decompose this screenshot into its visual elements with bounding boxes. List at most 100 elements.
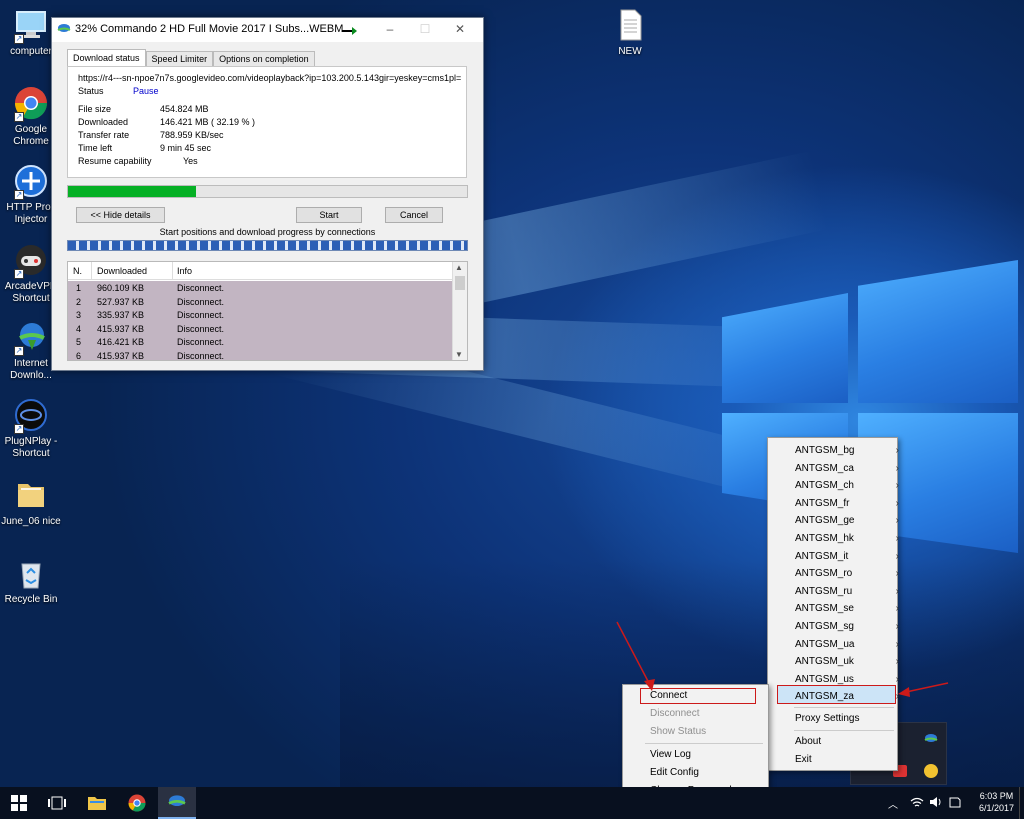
annotation-arrow-connect (644, 679, 655, 691)
submenu-disconnect[interactable]: Disconnect (650, 705, 699, 722)
table-row[interactable]: 6 415.937 KB Disconnect. (68, 348, 453, 360)
arcadevpn-icon: ↗ (14, 243, 48, 279)
server-menu-item[interactable]: ANTGSM_ge › (795, 512, 899, 529)
server-menu-item[interactable]: ANTGSM_ro › (795, 565, 899, 582)
column-header-downloaded[interactable]: Downloaded (97, 266, 147, 276)
task-view-button[interactable] (38, 787, 76, 819)
server-menu-item[interactable]: ANTGSM_ru › (795, 583, 899, 600)
table-row[interactable]: 2 527.937 KB Disconnect. (68, 294, 453, 309)
desktop-icon-label: NEW (618, 46, 642, 57)
show-hidden-icons-chevron-icon[interactable]: ︿ (888, 796, 898, 811)
chrome-taskbar-button[interactable] (118, 787, 156, 819)
emoji-tray-icon[interactable] (924, 764, 938, 778)
chrome-icon (128, 794, 146, 812)
field-label: Transfer rate (78, 130, 130, 140)
wifi-icon[interactable] (910, 796, 924, 811)
field-value: 9 min 45 sec (160, 143, 212, 153)
shortcut-arrow-icon: ↗ (14, 190, 24, 200)
chevron-right-icon: › (895, 462, 899, 474)
start-button[interactable] (0, 787, 38, 819)
desktop-icon-new-file[interactable]: NEW (599, 8, 661, 58)
shortcut-arrow-icon: ↗ (14, 34, 24, 44)
server-menu-item[interactable]: ANTGSM_ch › (795, 477, 899, 494)
scroll-down-icon[interactable]: ▼ (455, 350, 463, 359)
tab-options-on-completion[interactable]: Options on completion (213, 51, 315, 67)
menu-separator (645, 743, 763, 744)
chevron-right-icon: › (895, 550, 899, 562)
field-value: 146.421 MB ( 32.19 % ) (160, 117, 256, 127)
progress-fill (68, 186, 196, 197)
windows-logo-pane (858, 260, 1018, 403)
server-menu-about[interactable]: About (795, 733, 821, 750)
idm-icon (168, 795, 186, 806)
close-button[interactable]: ✕ (450, 21, 470, 37)
desktop-icon-folder[interactable]: June_06 nice (0, 478, 62, 528)
idm-icon (57, 23, 71, 35)
tab-download-status[interactable]: Download status (67, 49, 146, 67)
column-header-n[interactable]: N. (73, 266, 82, 276)
chevron-right-icon: › (895, 480, 899, 492)
clock-date: 6/1/2017 (978, 803, 1014, 813)
server-menu-item[interactable]: ANTGSM_hk › (795, 530, 899, 547)
server-menu-exit[interactable]: Exit (795, 751, 812, 768)
desktop-icon-label: Recycle Bin (4, 594, 58, 605)
show-desktop-button[interactable] (1019, 787, 1024, 819)
field-label: Resume capability (78, 156, 152, 166)
start-button[interactable]: Start (296, 207, 362, 223)
server-menu-item[interactable]: ANTGSM_ca › (795, 460, 899, 477)
internet-download-manager-icon: ↗ (14, 320, 48, 356)
plugnplay-icon: ↗ (14, 398, 48, 434)
submenu-edit-config[interactable]: Edit Config (650, 764, 699, 781)
shortcut-arrow-icon: ↗ (14, 346, 24, 356)
submenu-view-log[interactable]: View Log (650, 746, 691, 763)
system-clock[interactable]: 6:03 PM 6/1/2017 (979, 790, 1014, 814)
desktop-icon-plugnplay[interactable]: ↗ PlugNPlay - Shortcut (0, 398, 62, 460)
menu-separator (794, 730, 894, 731)
row-number: 1 (76, 283, 82, 293)
row-number: 3 (76, 310, 82, 321)
keyboard-icon[interactable] (949, 796, 961, 811)
server-menu-item[interactable]: ANTGSM_it › (795, 548, 899, 565)
server-menu-proxy-settings[interactable]: Proxy Settings (795, 710, 859, 727)
column-header-info[interactable]: Info (177, 266, 192, 276)
computer-icon: ↗ (14, 8, 48, 44)
server-menu-item[interactable]: ANTGSM_bg › (795, 442, 899, 459)
hide-details-button[interactable]: << Hide details (76, 207, 165, 223)
row-number: 2 (76, 296, 82, 307)
maximize-button[interactable]: ☐ (415, 21, 435, 37)
scroll-up-icon[interactable]: ▲ (455, 263, 463, 272)
tab-speed-limiter[interactable]: Speed Limiter (145, 51, 214, 67)
shortcut-arrow-icon: ↗ (14, 269, 24, 279)
status-value: Pause (133, 86, 159, 96)
connections-segment-bar (67, 240, 468, 251)
table-header: N. Downloaded Info (68, 262, 453, 280)
vpn-server-menu: ANTGSM_bg › ANTGSM_ca › ANTGSM_ch › ANTGSM_fr ›… (767, 437, 899, 771)
table-row[interactable]: 3 335.937 KB Disconnect. (68, 308, 453, 322)
vertical-scrollbar[interactable]: ▲ ▼ (452, 262, 467, 360)
volume-icon[interactable] (929, 796, 943, 811)
table-row[interactable]: 1 960.109 KB Disconnect. (68, 281, 453, 295)
desktop: ↗ computer ↗ Google Chrome ↗ HTTP Prox I… (0, 0, 1024, 787)
row-downloaded: 527.937 KB (97, 296, 145, 307)
field-value: 788.959 KB/sec (160, 130, 224, 140)
desktop-icon-label: June_06 nice (1, 516, 61, 527)
connections-table: N. Downloaded Info 1 960.109 KB Disconnect… (67, 261, 468, 361)
row-number: 4 (76, 323, 82, 334)
scroll-thumb[interactable] (455, 276, 465, 290)
idm-tray-icon[interactable] (924, 733, 938, 745)
minimize-button[interactable]: – (380, 21, 400, 37)
annotation-arrow-za (898, 687, 910, 697)
shortcut-arrow-icon: ↗ (14, 424, 24, 434)
status-panel: https://r4---sn-npoe7n7s.googlevideo.com… (67, 66, 467, 178)
desktop-icon-recycle-bin[interactable]: Recycle Bin (0, 556, 62, 606)
table-row[interactable]: 4 415.937 KB Disconnect. (68, 321, 453, 336)
idm-taskbar-button[interactable] (158, 787, 196, 819)
title-bar[interactable]: 32% Commando 2 HD Full Movie 2017 I Subs… (52, 18, 483, 42)
cancel-button[interactable]: Cancel (385, 207, 443, 223)
windows-logo-pane (722, 293, 848, 403)
submenu-show-status[interactable]: Show Status (650, 723, 706, 740)
task-view-icon (48, 796, 66, 810)
file-explorer-button[interactable] (78, 787, 116, 819)
server-menu-item[interactable]: ANTGSM_fr › (795, 495, 899, 512)
table-row[interactable]: 5 416.421 KB Disconnect. (68, 335, 453, 349)
